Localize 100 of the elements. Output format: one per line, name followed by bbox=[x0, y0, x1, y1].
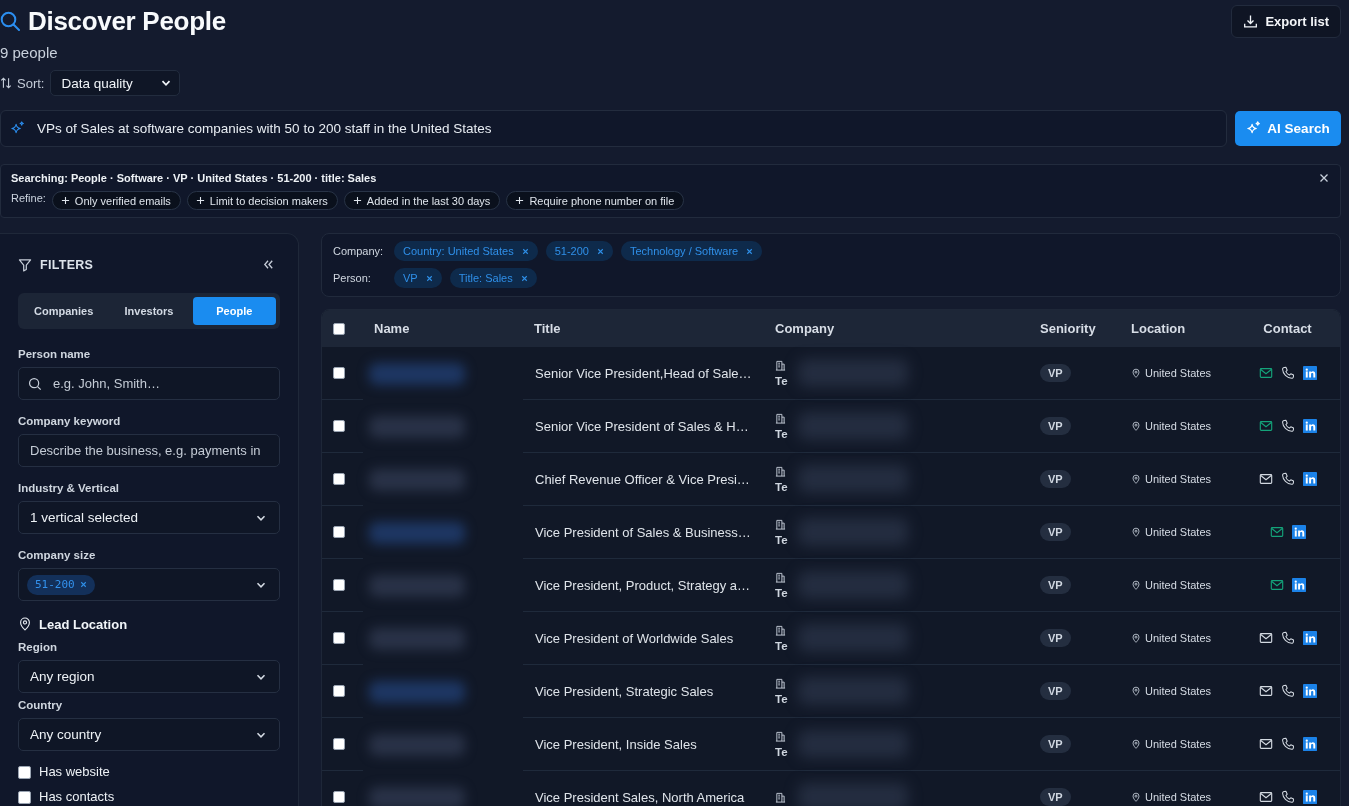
table-cell: Senior Vice President of Sales & H… bbox=[523, 400, 764, 453]
email-icon[interactable] bbox=[1258, 631, 1273, 645]
checkbox[interactable] bbox=[333, 579, 345, 591]
field-label: Industry & Vertical bbox=[18, 481, 120, 495]
seniority-badge: VP bbox=[1040, 682, 1071, 700]
location-text: United States bbox=[1145, 526, 1212, 538]
filter-chip[interactable]: Title: Sales bbox=[449, 268, 537, 288]
close-icon bbox=[745, 246, 755, 256]
location-text: United States bbox=[1145, 420, 1212, 432]
column-header: Title bbox=[533, 320, 562, 338]
building-icon bbox=[775, 465, 786, 477]
linkedin-icon[interactable] bbox=[1302, 366, 1317, 380]
checkbox[interactable] bbox=[333, 473, 345, 485]
suggestion-chip[interactable]: Only verified emails bbox=[51, 191, 181, 210]
filter-tab[interactable]: Investors bbox=[107, 297, 191, 325]
location-text: United States bbox=[1145, 791, 1212, 803]
phone-icon[interactable] bbox=[1280, 790, 1295, 804]
filter-group-label: Person: bbox=[333, 272, 372, 284]
building-icon bbox=[775, 359, 786, 371]
panel-title: FILTERS bbox=[40, 257, 94, 272]
filter-chip[interactable]: Technology / Software bbox=[620, 241, 763, 261]
building-icon bbox=[775, 624, 786, 636]
field-label: Region bbox=[18, 640, 58, 654]
email-icon[interactable] bbox=[1258, 737, 1273, 751]
email-icon[interactable] bbox=[1269, 578, 1284, 592]
checkbox-label: Has contacts bbox=[39, 790, 115, 804]
linkedin-icon[interactable] bbox=[1302, 790, 1317, 804]
close-icon[interactable] bbox=[1318, 172, 1330, 184]
email-icon[interactable] bbox=[1258, 790, 1273, 804]
location-pin-icon bbox=[18, 617, 32, 631]
checkbox[interactable] bbox=[333, 738, 345, 750]
email-icon[interactable] bbox=[1258, 684, 1273, 698]
checkbox[interactable] bbox=[18, 790, 31, 804]
email-icon[interactable] bbox=[1269, 525, 1284, 539]
refine-label: Refine: bbox=[11, 192, 46, 204]
download-icon bbox=[1243, 14, 1259, 29]
email-icon[interactable] bbox=[1258, 472, 1273, 486]
linkedin-icon[interactable] bbox=[1302, 419, 1317, 433]
phone-icon[interactable] bbox=[1280, 472, 1295, 486]
dropdown[interactable]: Any region bbox=[18, 660, 280, 693]
linkedin-icon[interactable] bbox=[1302, 631, 1317, 645]
checkbox[interactable] bbox=[333, 526, 345, 538]
suggestion-chip[interactable]: Added in the last 30 days bbox=[343, 191, 501, 210]
company-category: Te bbox=[775, 639, 788, 652]
table-cell: Vice President, Strategic Sales bbox=[523, 665, 764, 718]
text-field[interactable]: Describe the business, e.g. payments in bbox=[18, 434, 280, 467]
phone-icon[interactable] bbox=[1280, 419, 1295, 433]
export-button[interactable]: Export list bbox=[1231, 5, 1341, 38]
table-cell: Vice President, Inside Sales bbox=[523, 718, 764, 771]
plus-icon bbox=[60, 196, 70, 205]
phone-icon[interactable] bbox=[1280, 366, 1295, 380]
filter-chip[interactable]: 51‑200 bbox=[545, 241, 613, 261]
dropdown[interactable]: Any country bbox=[18, 718, 280, 751]
table-cell: Senior Vice President,Head of Sale… bbox=[523, 347, 764, 400]
building-icon bbox=[775, 677, 786, 689]
checkbox[interactable] bbox=[333, 367, 345, 379]
column-header: Company bbox=[774, 320, 836, 338]
building-icon bbox=[775, 730, 786, 742]
linkedin-icon[interactable] bbox=[1302, 472, 1317, 486]
search-field[interactable]: e.g. John, Smith… bbox=[18, 367, 280, 400]
phone-icon[interactable] bbox=[1280, 737, 1295, 751]
dropdown[interactable]: 51‑200 bbox=[18, 568, 280, 601]
linkedin-icon[interactable] bbox=[1302, 684, 1317, 698]
company-category: Te bbox=[775, 427, 788, 440]
email-icon[interactable] bbox=[1258, 419, 1273, 433]
filter-chip[interactable]: VP bbox=[394, 268, 442, 288]
close-icon bbox=[595, 246, 605, 256]
plus-icon bbox=[515, 196, 525, 205]
location-text: United States bbox=[1145, 685, 1212, 697]
company-category: Te bbox=[775, 480, 788, 493]
checkbox[interactable] bbox=[18, 765, 31, 779]
filter-tab[interactable]: Companies bbox=[22, 297, 106, 325]
ai-search-field[interactable]: VPs of Sales at software companies with 50 to 200 staff in the United States bbox=[0, 110, 1227, 147]
email-icon[interactable] bbox=[1258, 366, 1273, 380]
seniority-badge: VP bbox=[1040, 470, 1071, 488]
suggestion-chip[interactable]: Limit to decision makers bbox=[186, 191, 338, 210]
filter-icon bbox=[18, 257, 32, 272]
filter-chip[interactable]: Country: United States bbox=[394, 241, 538, 261]
checkbox[interactable] bbox=[333, 322, 345, 335]
checkbox[interactable] bbox=[333, 685, 345, 697]
checkbox[interactable] bbox=[333, 791, 345, 803]
sparkle-icon bbox=[1246, 121, 1262, 136]
dropdown[interactable]: 1 vertical selected bbox=[18, 501, 280, 534]
phone-icon[interactable] bbox=[1280, 631, 1295, 645]
location-pin-icon bbox=[1131, 739, 1141, 749]
linkedin-icon[interactable] bbox=[1302, 737, 1317, 751]
field-label: Company size bbox=[18, 548, 97, 562]
seniority-badge: VP bbox=[1040, 735, 1071, 753]
linkedin-icon[interactable] bbox=[1291, 525, 1306, 539]
linkedin-icon[interactable] bbox=[1291, 578, 1306, 592]
sort-label: Sort: bbox=[17, 75, 45, 91]
location-text: United States bbox=[1145, 632, 1212, 644]
collapse-icon[interactable] bbox=[262, 258, 275, 271]
sort-dropdown[interactable]: Data quality bbox=[50, 70, 181, 96]
checkbox[interactable] bbox=[333, 420, 345, 432]
building-icon bbox=[775, 412, 786, 424]
filter-chip[interactable]: 51‑200 bbox=[27, 574, 95, 595]
checkbox[interactable] bbox=[333, 632, 345, 644]
suggestion-chip[interactable]: Require phone number on file bbox=[506, 191, 685, 210]
phone-icon[interactable] bbox=[1280, 684, 1295, 698]
